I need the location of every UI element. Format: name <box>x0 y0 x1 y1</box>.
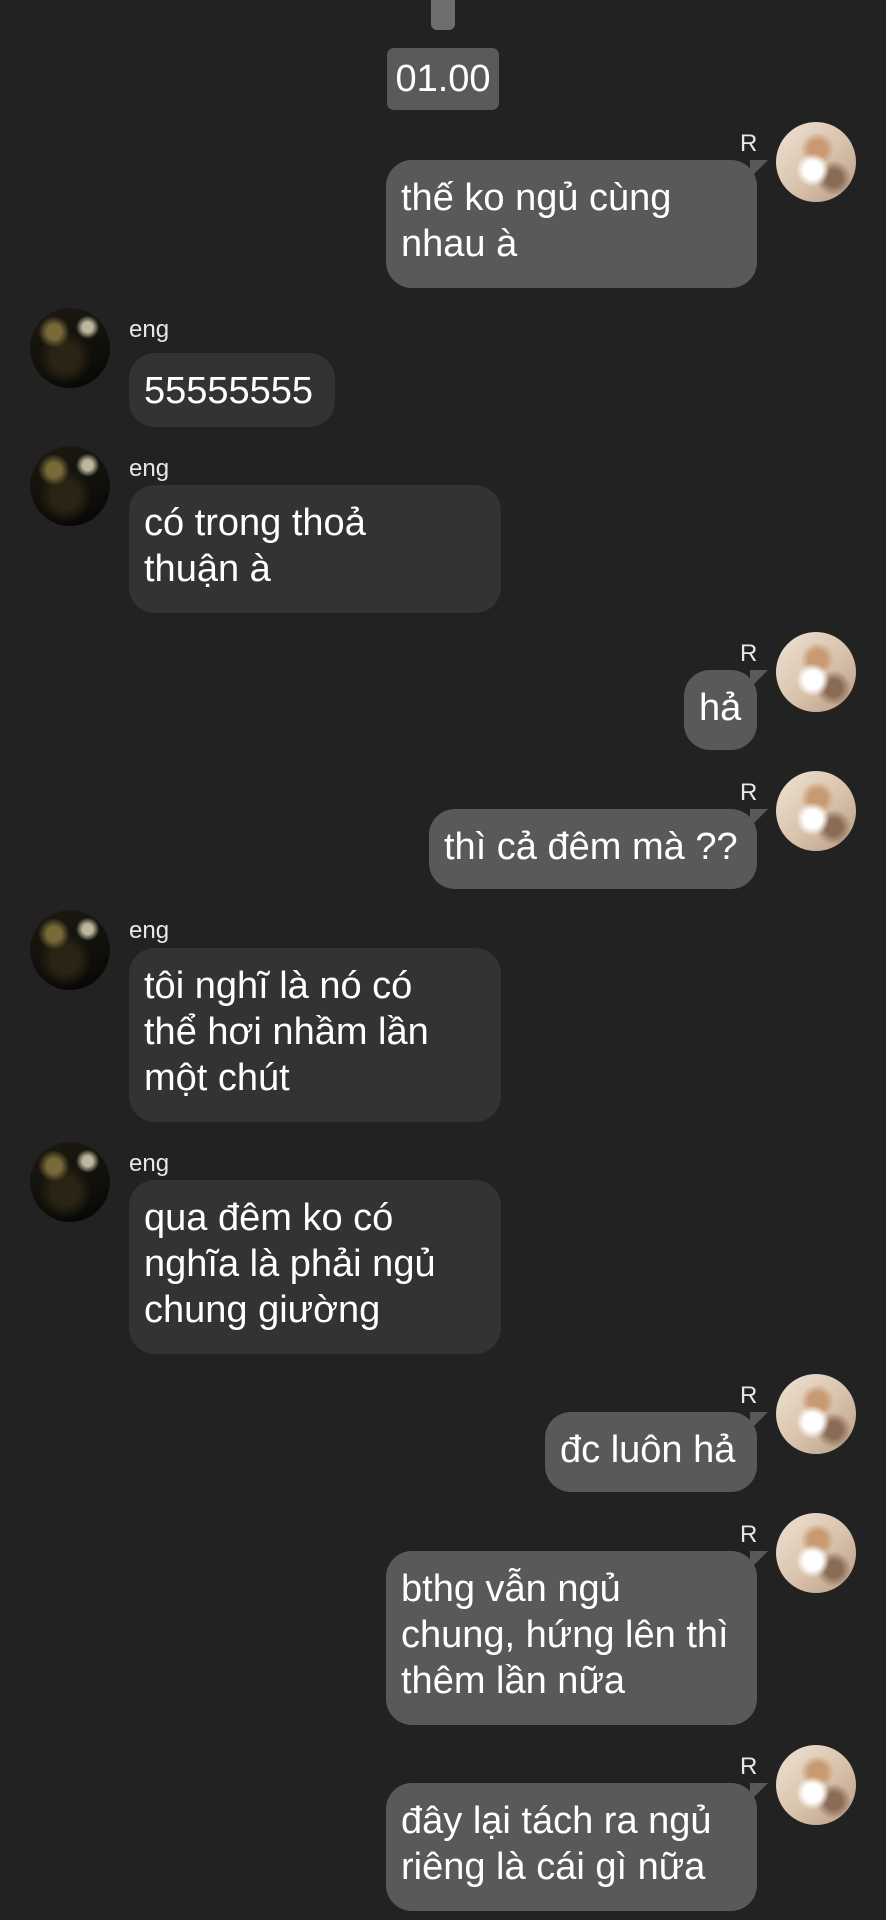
sender-name: R <box>740 779 758 806</box>
sender-name: R <box>740 640 758 667</box>
message-bubble[interactable]: thế ko ngủ cùng nhau à <box>386 160 757 288</box>
chat-screen[interactable]: 01.00 R thế ko ngủ cùng nhau à eng 55555… <box>0 0 886 1920</box>
sender-name: R <box>740 1382 758 1409</box>
message-bubble[interactable]: 55555555 <box>129 353 335 427</box>
message-bubble[interactable]: hả <box>684 670 757 750</box>
avatar-icon[interactable] <box>776 771 856 851</box>
message-bubble[interactable]: đây lại tách ra ngủ riêng là cái gì nữa <box>386 1783 757 1911</box>
sender-name: eng <box>129 455 170 482</box>
sender-name: R <box>740 1521 758 1548</box>
sender-name: eng <box>129 1150 170 1177</box>
avatar-icon[interactable] <box>30 446 110 526</box>
avatar-icon[interactable] <box>30 910 110 990</box>
avatar-icon[interactable] <box>776 1374 856 1454</box>
sender-name: eng <box>129 316 170 343</box>
message-bubble[interactable]: qua đêm ko có nghĩa là phải ngủ chung gi… <box>129 1180 501 1354</box>
avatar-icon[interactable] <box>776 632 856 712</box>
avatar-icon[interactable] <box>776 1745 856 1825</box>
message-bubble[interactable]: bthg vẫn ngủ chung, hứng lên thì thêm lầ… <box>386 1551 757 1725</box>
avatar-icon[interactable] <box>30 308 110 388</box>
message-bubble[interactable]: đc luôn hả <box>545 1412 757 1492</box>
message-bubble[interactable]: có trong thoả thuận à <box>129 485 501 613</box>
avatar-icon[interactable] <box>776 122 856 202</box>
avatar-icon[interactable] <box>776 1513 856 1593</box>
avatar-icon[interactable] <box>30 1142 110 1222</box>
message-bubble[interactable]: thì cả đêm mà ?? <box>429 809 757 889</box>
sender-name: eng <box>129 917 170 944</box>
scroll-indicator <box>431 0 455 30</box>
sender-name: R <box>740 130 758 157</box>
sender-name: R <box>740 1753 758 1780</box>
bubble-tail <box>750 809 768 827</box>
bubble-tail <box>750 670 768 688</box>
message-bubble[interactable]: tôi nghĩ là nó có thể hơi nhầm lần một c… <box>129 948 501 1122</box>
time-separator: 01.00 <box>387 48 499 110</box>
